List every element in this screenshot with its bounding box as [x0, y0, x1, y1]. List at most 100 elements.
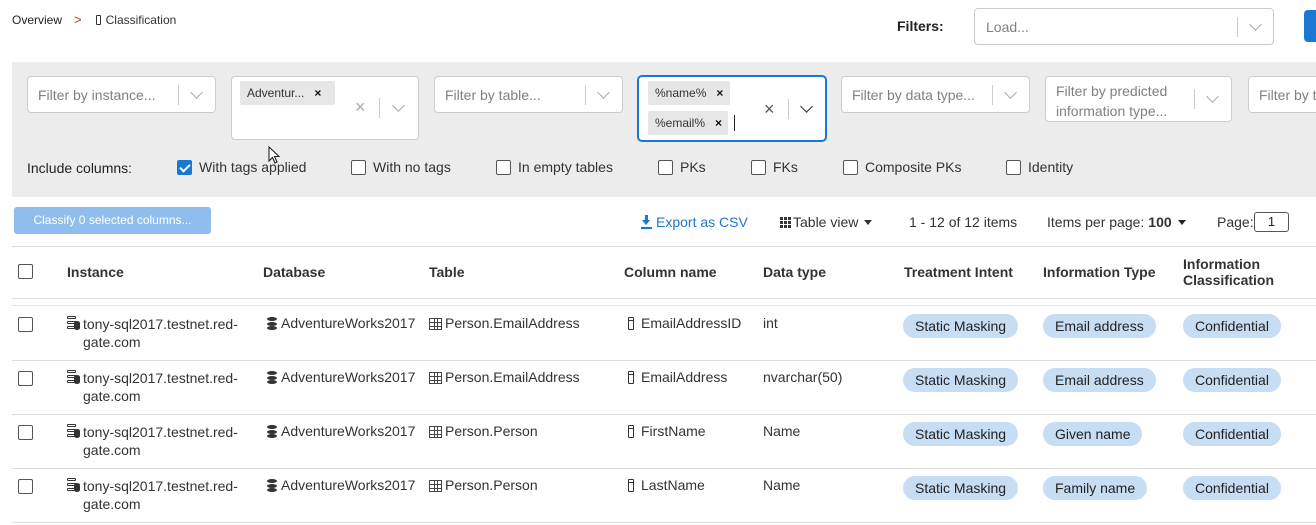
datatype-cell: Name	[763, 423, 801, 439]
database-cell: AdventureWorks2017	[267, 369, 415, 385]
database-icon	[267, 317, 277, 330]
with-no-tags-label[interactable]: With no tags	[373, 159, 451, 175]
row-divider	[12, 360, 1316, 361]
table-name: Person.EmailAddress	[445, 369, 580, 385]
load-filter-select[interactable]: Load...	[974, 8, 1274, 45]
column-icon	[628, 425, 634, 438]
chevron-down-icon[interactable]	[1206, 90, 1219, 103]
datatype-cell: nvarchar(50)	[763, 369, 843, 385]
breadcrumb-overview[interactable]: Overview	[12, 13, 62, 27]
row-checkbox[interactable]	[18, 371, 33, 386]
with-tags-applied-label[interactable]: With tags applied	[199, 159, 306, 175]
remove-tag-icon[interactable]: ×	[314, 86, 321, 100]
fks-checkbox[interactable]	[751, 160, 766, 175]
pks-checkbox[interactable]	[658, 160, 673, 175]
select-all-checkbox[interactable]	[18, 264, 33, 279]
information-type-badge[interactable]: Given name	[1043, 422, 1143, 446]
treatment-intent-badge[interactable]: Static Masking	[903, 422, 1019, 446]
header-treatment-intent[interactable]: Treatment Intent	[904, 264, 1013, 280]
page-input[interactable]: 1	[1254, 212, 1289, 232]
instance-name: tony-sql2017.testnet.red-gate.com	[83, 478, 238, 512]
instance-name: tony-sql2017.testnet.red-gate.com	[83, 316, 238, 350]
in-empty-tables-label[interactable]: In empty tables	[518, 159, 613, 175]
treatment-intent-badge[interactable]: Static Masking	[903, 368, 1019, 392]
database-filter-select[interactable]: Adventur... × ×	[231, 76, 419, 140]
column-cell: FirstName	[628, 423, 706, 439]
instance-cell: tony-sql2017.testnet.red-gate.com	[67, 369, 252, 405]
table-icon	[429, 480, 442, 492]
fks-label[interactable]: FKs	[773, 159, 798, 175]
primary-button-edge[interactable]	[1304, 10, 1316, 42]
header-column-name[interactable]: Column name	[624, 264, 717, 280]
divider	[1194, 89, 1195, 109]
mouse-pointer-icon	[268, 146, 281, 164]
export-csv-link[interactable]: Export as CSV	[641, 214, 748, 230]
classification-badge[interactable]: Confidential	[1183, 476, 1281, 500]
classification-badge[interactable]: Confidential	[1183, 422, 1281, 446]
chevron-down-icon[interactable]	[1004, 86, 1017, 99]
composite-pks-checkbox[interactable]	[843, 160, 858, 175]
instance-filter-select[interactable]: Filter by instance...	[27, 76, 216, 113]
database-name: AdventureWorks2017	[281, 369, 416, 385]
server-icon	[67, 370, 80, 384]
treatment-intent-badge[interactable]: Static Masking	[903, 476, 1019, 500]
items-per-page-dropdown[interactable]: Items per page: 100	[1047, 214, 1186, 230]
header-data-type[interactable]: Data type	[763, 264, 826, 280]
with-tags-applied-checkbox[interactable]	[177, 160, 192, 175]
classify-selected-button[interactable]: Classify 0 selected columns...	[14, 207, 211, 234]
chevron-down-icon[interactable]	[190, 86, 203, 99]
pks-label[interactable]: PKs	[680, 159, 706, 175]
chevron-down-icon[interactable]	[597, 86, 610, 99]
tag-label: Adventur...	[247, 86, 305, 100]
divider	[1237, 17, 1238, 37]
in-empty-tables-checkbox[interactable]	[496, 160, 511, 175]
table-view-dropdown[interactable]: Table view	[780, 214, 873, 230]
row-checkbox[interactable]	[18, 425, 33, 440]
database-name: AdventureWorks2017	[281, 477, 416, 493]
identity-checkbox[interactable]	[1006, 160, 1021, 175]
divider	[379, 98, 380, 118]
chevron-down-icon[interactable]	[392, 99, 405, 112]
column-icon	[95, 14, 101, 25]
header-information-classification[interactable]: Information Classification	[1183, 256, 1283, 288]
database-cell: AdventureWorks2017	[267, 423, 415, 439]
header-database[interactable]: Database	[263, 264, 325, 280]
table-name: Person.EmailAddress	[445, 315, 580, 331]
predicted-type-filter-select[interactable]: Filter by predicted information type...	[1045, 76, 1232, 122]
header-instance[interactable]: Instance	[67, 264, 124, 280]
composite-pks-label[interactable]: Composite PKs	[865, 159, 961, 175]
database-name: AdventureWorks2017	[281, 315, 416, 331]
divider	[788, 99, 789, 119]
table-filter-select[interactable]: Filter by table...	[434, 76, 623, 113]
table-cell: Person.EmailAddress	[429, 315, 580, 331]
remove-tag-icon[interactable]: ×	[716, 86, 723, 100]
chevron-down-icon[interactable]	[1249, 18, 1262, 31]
classification-badge[interactable]: Confidential	[1183, 314, 1281, 338]
divider	[178, 85, 179, 105]
information-type-badge[interactable]: Email address	[1043, 368, 1156, 392]
information-type-badge[interactable]: Family name	[1043, 476, 1148, 500]
row-checkbox[interactable]	[18, 479, 33, 494]
clear-icon[interactable]: ×	[355, 97, 366, 118]
clear-icon[interactable]: ×	[764, 99, 775, 120]
datatype-filter-select[interactable]: Filter by data type...	[841, 76, 1030, 113]
extra-filter-select[interactable]: Filter by t	[1248, 76, 1316, 113]
treatment-intent-badge[interactable]: Static Masking	[903, 314, 1019, 338]
information-type-badge[interactable]: Email address	[1043, 314, 1156, 338]
row-divider	[12, 414, 1316, 415]
row-checkbox[interactable]	[18, 317, 33, 332]
chevron-down-icon[interactable]	[800, 100, 813, 113]
identity-label[interactable]: Identity	[1028, 159, 1073, 175]
header-information-type[interactable]: Information Type	[1043, 264, 1156, 280]
download-icon	[641, 215, 652, 229]
column-icon	[628, 371, 634, 384]
column-filter-select[interactable]: %name% × %email% × ×	[637, 75, 827, 142]
placeholder-line: information type...	[1056, 103, 1168, 119]
export-csv-label: Export as CSV	[656, 214, 748, 230]
instance-cell: tony-sql2017.testnet.red-gate.com	[67, 477, 252, 513]
with-no-tags-checkbox[interactable]	[351, 160, 366, 175]
header-table[interactable]: Table	[429, 264, 465, 280]
database-cell: AdventureWorks2017	[267, 477, 415, 493]
classification-badge[interactable]: Confidential	[1183, 368, 1281, 392]
remove-tag-icon[interactable]: ×	[715, 116, 722, 130]
